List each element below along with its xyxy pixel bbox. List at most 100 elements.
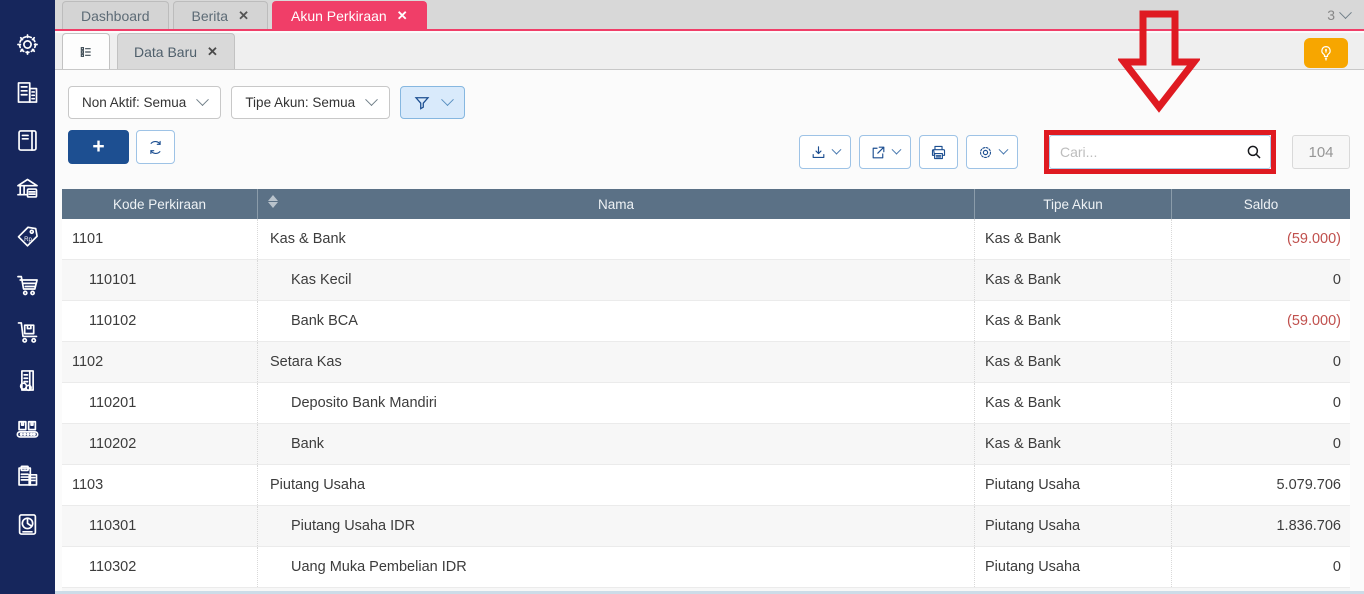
cell-nama: Piutang Usaha <box>258 465 975 505</box>
search-input[interactable] <box>1049 135 1271 169</box>
accounts-table: Kode Perkiraan Nama Tipe Akun Saldo 1101… <box>62 189 1350 588</box>
advanced-filter-button[interactable] <box>400 86 465 119</box>
chevron-down-icon <box>1339 6 1352 19</box>
download-icon <box>810 144 827 161</box>
table-row[interactable]: 110302 Uang Muka Pembelian IDR Piutang U… <box>62 547 1350 588</box>
table-row[interactable]: 110202 Bank Kas & Bank 0 <box>62 424 1350 465</box>
price-tag-icon[interactable]: Rp <box>12 220 44 252</box>
refresh-button[interactable] <box>136 130 175 164</box>
cell-nama: Bank BCA <box>258 301 975 341</box>
print-icon <box>930 144 947 161</box>
reports-icon[interactable] <box>12 508 44 540</box>
tab-dashboard[interactable]: Dashboard <box>62 1 169 29</box>
tips-button[interactable] <box>1304 38 1348 68</box>
app-window: Rp TAX Dashboard Berita ✕ <box>0 0 1364 594</box>
cell-tipe-akun: Kas & Bank <box>975 260 1172 300</box>
search-box <box>1049 135 1271 169</box>
table-row[interactable]: 110102 Bank BCA Kas & Bank (59.000) <box>62 301 1350 342</box>
search-icon[interactable] <box>1245 143 1263 161</box>
header-nama[interactable]: Nama <box>258 189 975 219</box>
table-body: 1101 Kas & Bank Kas & Bank (59.000) 1101… <box>62 219 1350 588</box>
cell-saldo: 0 <box>1172 260 1350 300</box>
cell-saldo: 0 <box>1172 547 1350 587</box>
close-icon[interactable]: ✕ <box>207 44 218 60</box>
company-icon[interactable] <box>12 76 44 108</box>
account-list-panel: Non Aktif: Semua Tipe Akun: Semua + <box>55 71 1364 594</box>
table-row[interactable]: 110301 Piutang Usaha IDR Piutang Usaha 1… <box>62 506 1350 547</box>
grid-settings-button[interactable] <box>966 135 1018 169</box>
tab-overflow-dropdown[interactable]: 3 <box>1327 7 1364 29</box>
bank-cash-icon[interactable] <box>12 172 44 204</box>
tab-label: Akun Perkiraan <box>291 8 387 24</box>
filter-funnel-icon <box>413 94 431 112</box>
filter-non-aktif[interactable]: Non Aktif: Semua <box>68 86 221 119</box>
table-row[interactable]: 110101 Kas Kecil Kas & Bank 0 <box>62 260 1350 301</box>
cell-saldo: (59.000) <box>1172 301 1350 341</box>
download-button[interactable] <box>799 135 851 169</box>
cell-tipe-akun: Kas & Bank <box>975 342 1172 382</box>
cell-saldo: 0 <box>1172 424 1350 464</box>
cell-tipe-akun: Kas & Bank <box>975 301 1172 341</box>
document-tab-bar: Data Baru ✕ <box>55 33 1364 70</box>
add-account-button[interactable]: + <box>68 130 129 164</box>
table-header-row: Kode Perkiraan Nama Tipe Akun Saldo <box>62 189 1350 219</box>
tab-data-baru[interactable]: Data Baru ✕ <box>117 33 235 69</box>
cell-saldo: 5.079.706 <box>1172 465 1350 505</box>
header-kode-perkiraan[interactable]: Kode Perkiraan <box>62 189 258 219</box>
print-button[interactable] <box>919 135 958 169</box>
close-icon[interactable]: ✕ <box>238 8 249 24</box>
chevron-down-icon <box>441 93 454 106</box>
settings-icon[interactable] <box>12 28 44 60</box>
cell-kode-perkiraan: 110101 <box>62 260 258 300</box>
header-saldo[interactable]: Saldo <box>1172 189 1350 219</box>
tab-account-list[interactable] <box>62 33 110 69</box>
export-button[interactable] <box>859 135 911 169</box>
table-row[interactable]: 110201 Deposito Bank Mandiri Kas & Bank … <box>62 383 1350 424</box>
cell-kode-perkiraan: 1103 <box>62 465 258 505</box>
tab-akun-perkiraan[interactable]: Akun Perkiraan ✕ <box>272 1 427 29</box>
filter-label: Non Aktif: Semua <box>82 95 186 110</box>
cell-nama: Uang Muka Pembelian IDR <box>258 547 975 587</box>
cell-nama: Kas & Bank <box>258 219 975 259</box>
svg-text:TAX: TAX <box>22 467 30 471</box>
account-list-icon <box>79 41 93 63</box>
cell-tipe-akun: Piutang Usaha <box>975 465 1172 505</box>
sort-icon[interactable] <box>268 195 278 208</box>
cell-kode-perkiraan: 110302 <box>62 547 258 587</box>
annotation-highlight-box <box>1044 130 1276 174</box>
journal-icon[interactable] <box>12 124 44 156</box>
toolbar: + <box>55 119 1364 174</box>
cell-nama: Kas Kecil <box>258 260 975 300</box>
chevron-down-icon <box>832 144 842 154</box>
chevron-down-icon <box>365 93 378 106</box>
close-icon[interactable]: ✕ <box>397 8 408 24</box>
tab-label: Dashboard <box>81 8 150 24</box>
filter-tipe-akun[interactable]: Tipe Akun: Semua <box>231 86 390 119</box>
cell-saldo: 1.836.706 <box>1172 506 1350 546</box>
cell-nama: Piutang Usaha IDR <box>258 506 975 546</box>
production-icon[interactable] <box>12 412 44 444</box>
lightbulb-icon <box>1317 44 1335 62</box>
tab-berita[interactable]: Berita ✕ <box>173 1 268 29</box>
header-tipe-akun[interactable]: Tipe Akun <box>975 189 1172 219</box>
table-row[interactable]: 1103 Piutang Usaha Piutang Usaha 5.079.7… <box>62 465 1350 506</box>
cell-tipe-akun: Kas & Bank <box>975 219 1172 259</box>
svg-text:Rp: Rp <box>24 237 32 243</box>
tab-overflow-count: 3 <box>1327 7 1335 23</box>
inventory-trolley-icon[interactable] <box>12 316 44 348</box>
chevron-down-icon <box>892 144 902 154</box>
tax-icon[interactable]: TAX <box>12 460 44 492</box>
cell-kode-perkiraan: 110202 <box>62 424 258 464</box>
filter-label: Tipe Akun: Semua <box>245 95 355 110</box>
table-row[interactable]: 1102 Setara Kas Kas & Bank 0 <box>62 342 1350 383</box>
fixed-assets-icon[interactable] <box>12 364 44 396</box>
window-tab-bar: Dashboard Berita ✕ Akun Perkiraan ✕ 3 <box>55 0 1364 31</box>
gear-icon <box>977 144 994 161</box>
refresh-icon <box>147 139 164 156</box>
toolbar-right: 104 <box>799 130 1350 174</box>
purchases-cart-icon[interactable] <box>12 268 44 300</box>
cell-saldo: (59.000) <box>1172 219 1350 259</box>
cell-kode-perkiraan: 110102 <box>62 301 258 341</box>
tab-strip: Dashboard Berita ✕ Akun Perkiraan ✕ <box>55 1 1327 29</box>
table-row[interactable]: 1101 Kas & Bank Kas & Bank (59.000) <box>62 219 1350 260</box>
